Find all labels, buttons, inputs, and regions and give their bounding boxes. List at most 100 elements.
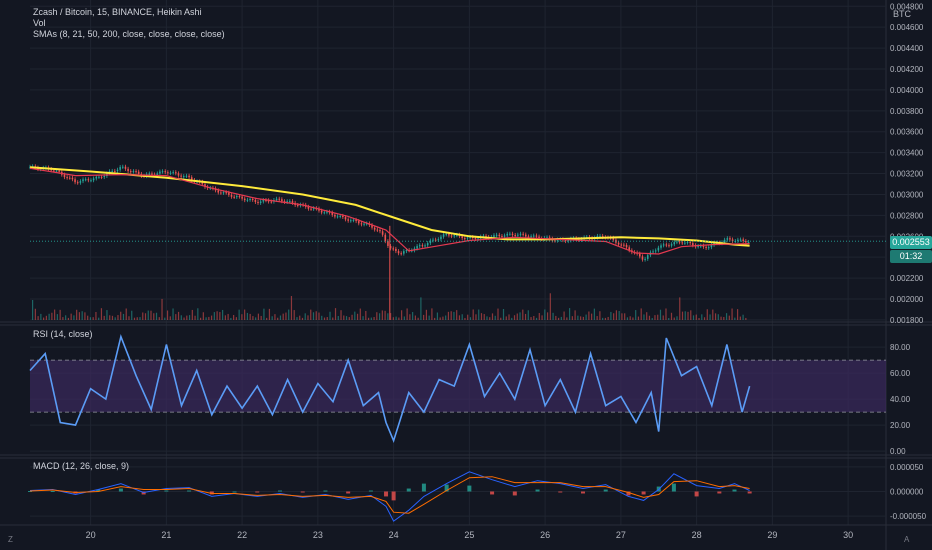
chart-canvas[interactable]: 20 21 22 23 24 25 26 27 28 29 30 0.001800 0.002000 0.… xyxy=(0,0,932,550)
candle-body xyxy=(71,177,74,180)
volume-bar xyxy=(177,311,180,320)
volume-bar xyxy=(563,311,565,320)
volume-bar xyxy=(643,314,645,320)
volume-bar xyxy=(456,310,458,320)
volume-bar xyxy=(147,310,149,320)
macd-histogram-bar xyxy=(603,489,608,492)
volume-bar xyxy=(384,310,386,320)
candle-body xyxy=(156,173,159,175)
volume-bar xyxy=(95,311,97,320)
volume-bar xyxy=(403,316,405,320)
volume-bar xyxy=(577,315,579,320)
volume-bar xyxy=(387,313,389,320)
candle-body xyxy=(68,177,71,179)
bar-countdown-tag: 01:32 xyxy=(890,250,932,263)
volume-bar xyxy=(425,309,427,320)
volume-bar xyxy=(326,317,328,320)
volume-bar xyxy=(417,317,419,320)
volume-bar xyxy=(648,315,651,320)
candle-body xyxy=(363,223,365,225)
volume-bar xyxy=(651,317,653,320)
volume-bar xyxy=(673,317,675,320)
candle-body xyxy=(426,243,429,246)
price-tick-label: 0.003600 xyxy=(890,128,924,137)
candle-body xyxy=(662,244,665,246)
candle-body xyxy=(289,201,291,203)
candle-body xyxy=(334,214,336,217)
candle-body xyxy=(225,192,227,194)
volume-bar xyxy=(56,314,58,320)
candle-body xyxy=(148,173,151,175)
volume-legend[interactable]: Vol xyxy=(33,18,46,29)
chart-background xyxy=(0,0,932,550)
chart-window: 20 21 22 23 24 25 26 27 28 29 30 0.001800 0.002000 0.… xyxy=(0,0,932,550)
volume-bar xyxy=(54,309,56,320)
volume-bar xyxy=(618,310,620,320)
candle-body xyxy=(175,172,177,174)
volume-bar xyxy=(219,312,221,320)
volume-bar xyxy=(356,313,359,320)
volume-bar xyxy=(720,316,722,320)
volume-bar xyxy=(668,317,670,320)
candle-body xyxy=(668,245,670,247)
volume-bar xyxy=(376,312,378,320)
candle-body xyxy=(639,253,641,257)
candle-body xyxy=(530,236,532,238)
volume-bar xyxy=(728,315,730,320)
volume-bar xyxy=(414,315,416,320)
candle-body xyxy=(344,217,347,220)
volume-bar xyxy=(301,317,304,320)
volume-bar xyxy=(76,309,78,320)
candle-body xyxy=(524,234,527,237)
rsi-legend[interactable]: RSI (14, close) xyxy=(33,329,93,340)
candle-body xyxy=(726,238,729,240)
volume-bar xyxy=(392,317,394,320)
volume-bar xyxy=(624,313,626,320)
volume-bar xyxy=(279,315,282,320)
volume-bar xyxy=(695,314,697,320)
volume-bar xyxy=(131,310,133,320)
candle-body xyxy=(498,234,501,236)
volume-bar xyxy=(373,317,375,320)
candle-body xyxy=(424,245,426,247)
candle-body xyxy=(448,233,450,236)
volume-bar xyxy=(252,316,254,320)
volume-bar xyxy=(166,310,169,320)
volume-bar xyxy=(662,315,664,320)
symbol-title[interactable]: Zcash / Bitcoin, 15, BINANCE, Heikin Ash… xyxy=(33,7,202,18)
volume-bar xyxy=(100,308,103,320)
volume-bar xyxy=(478,309,480,320)
candle-body xyxy=(323,212,326,214)
volume-bar xyxy=(191,309,193,320)
volume-bar xyxy=(640,308,642,320)
candle-body xyxy=(76,182,79,184)
candle-body xyxy=(397,251,400,254)
volume-bar xyxy=(310,309,312,320)
volume-bar xyxy=(398,317,400,320)
candle-body xyxy=(92,178,95,181)
candle-body xyxy=(296,204,299,206)
candle-body xyxy=(103,176,106,178)
volume-bar xyxy=(574,310,576,320)
candle-body xyxy=(262,200,265,202)
volume-bar xyxy=(197,308,199,320)
volume-bar xyxy=(224,315,226,320)
price-tick-label: 0.002200 xyxy=(890,274,924,283)
timezone-corner-label[interactable]: Z xyxy=(8,535,13,544)
volume-bar xyxy=(453,311,455,320)
time-tick-label: 25 xyxy=(464,530,474,540)
volume-bar xyxy=(136,317,138,320)
candle-body xyxy=(95,176,98,179)
macd-legend[interactable]: MACD (12, 26, close, 9) xyxy=(33,461,129,472)
volume-bar xyxy=(513,315,516,320)
price-tick-label: 0.004000 xyxy=(890,86,924,95)
macd-histogram-bar xyxy=(580,491,585,494)
candle-body xyxy=(82,179,84,182)
volume-bar xyxy=(450,311,452,320)
sma-legend[interactable]: SMAs (8, 21, 50, 200, close, close, clos… xyxy=(33,29,225,40)
volume-bar xyxy=(73,315,75,320)
auto-scale-toggle[interactable]: A xyxy=(904,535,909,544)
candle-body xyxy=(137,171,140,174)
candle-body xyxy=(87,179,90,181)
candle-body xyxy=(63,174,66,178)
